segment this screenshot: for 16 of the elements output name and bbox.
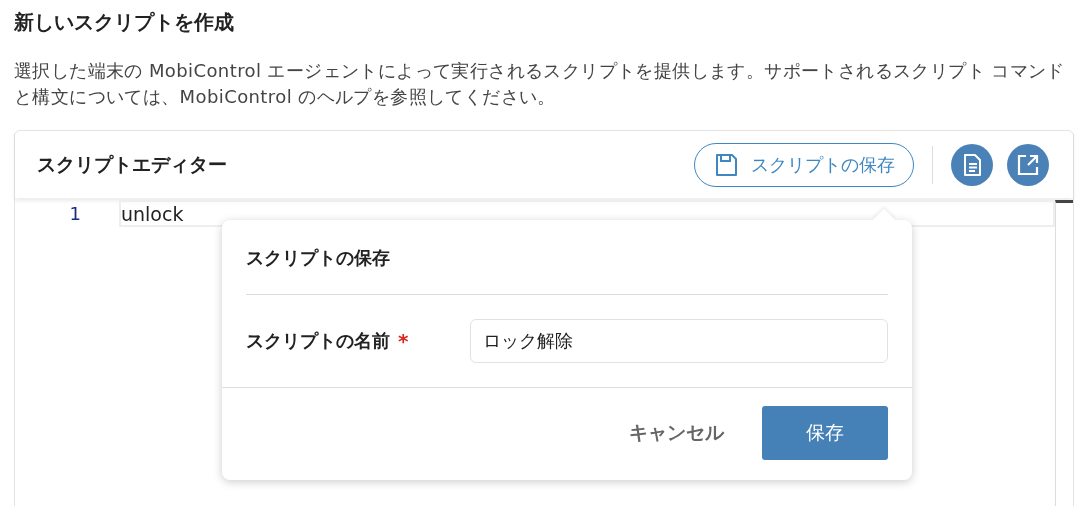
page-title: 新しいスクリプトを作成 xyxy=(14,9,235,36)
required-mark: * xyxy=(398,329,410,353)
line-number: 1 xyxy=(68,203,82,224)
document-icon xyxy=(961,152,983,177)
page-description: 選択した端末の MobiControl エージェントによって実行されるスクリプトを提供します。サポートされるスクリプト コマンドと構文については、MobiControl のヘルプを参照してください。 xyxy=(14,59,1066,109)
save-script-button[interactable]: スクリプトの保存 xyxy=(694,142,914,187)
field-label: スクリプトの名前 xyxy=(246,329,390,353)
script-name-field[interactable]: ロック解除 xyxy=(470,319,888,363)
open-external-button[interactable] xyxy=(1007,143,1049,186)
save-button[interactable]: 保存 xyxy=(762,406,888,460)
scrollbar[interactable] xyxy=(1055,200,1073,506)
editor-title: スクリプトエディター xyxy=(37,151,228,177)
open-external-icon xyxy=(1016,152,1040,177)
document-button[interactable] xyxy=(951,143,993,186)
cancel-button[interactable]: キャンセル xyxy=(629,420,724,446)
popover-title: スクリプトの保存 xyxy=(246,220,888,295)
